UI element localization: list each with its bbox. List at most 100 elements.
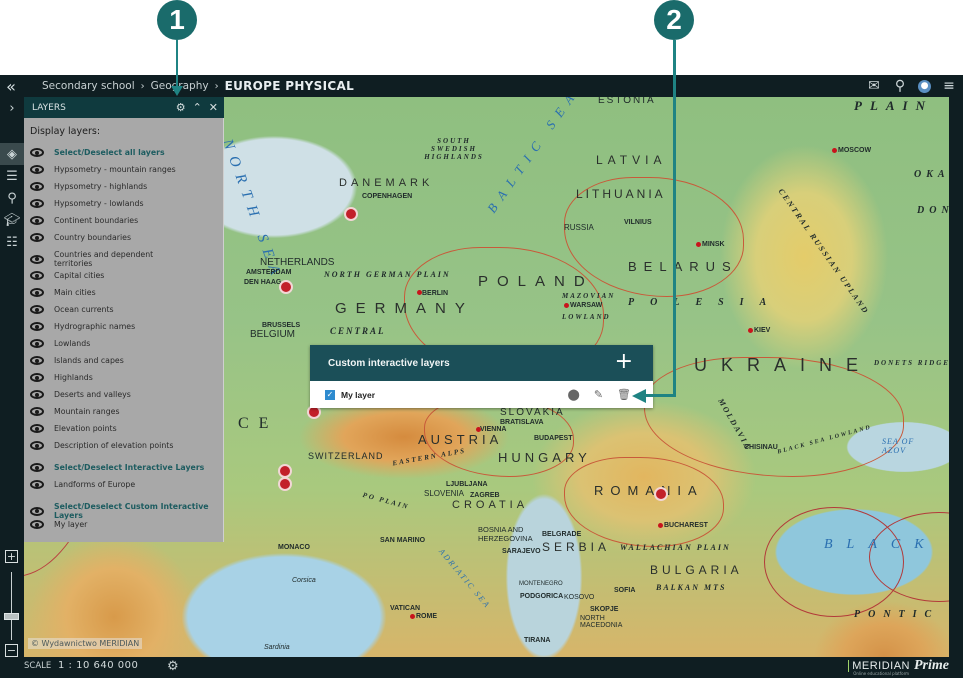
layer-item[interactable]: Elevation points [30, 424, 220, 433]
layer-item[interactable]: Country boundaries [30, 233, 220, 242]
eye-icon[interactable] [30, 199, 44, 208]
map-label: SKOPJE [590, 606, 619, 613]
layer-item[interactable]: Main cities [30, 288, 220, 297]
layer-item[interactable]: Hypsometry - lowlands [30, 199, 220, 208]
map-label: SEA OF AZOV [882, 437, 915, 455]
eye-icon[interactable] [30, 480, 44, 489]
eye-icon[interactable] [30, 407, 44, 416]
map-pin-user-icon[interactable]: ⚲ [0, 187, 24, 209]
landform-marker[interactable] [344, 207, 358, 221]
eye-icon[interactable] [30, 288, 44, 297]
chevron-right-icon[interactable]: › [0, 97, 24, 119]
eye-icon[interactable] [30, 322, 44, 331]
eye-icon[interactable] [30, 373, 44, 382]
layer-item-label: Ocean currents [54, 305, 114, 314]
eye-icon[interactable] [30, 165, 44, 174]
layer-item[interactable]: Continent boundaries [30, 216, 220, 225]
delete-trash-icon[interactable]: 🗑︎ [617, 388, 631, 401]
map-label: AUSTRIA [418, 432, 503, 447]
map-label: NORTH GERMAN PLAIN [324, 270, 451, 279]
layer-item[interactable]: Capital cities [30, 271, 220, 280]
mail-icon[interactable]: ✉ [866, 78, 882, 94]
layer-item[interactable]: My layer [30, 520, 220, 529]
scale-label: SCALE [24, 661, 52, 671]
user-avatar-icon[interactable]: ● [918, 79, 931, 93]
eye-icon[interactable] [30, 254, 44, 264]
layer-item[interactable]: Deserts and valleys [30, 390, 220, 399]
graduation-cap-icon[interactable]: 🎓︎ [0, 209, 24, 231]
eye-icon[interactable] [30, 441, 44, 450]
map-label: BELGRADE [542, 531, 582, 538]
eye-icon[interactable] [30, 182, 44, 191]
layer-item[interactable]: Islands and capes [30, 356, 220, 365]
layer-checkbox[interactable]: ✓ [325, 389, 335, 400]
double-chevron-left-icon[interactable]: « [0, 75, 22, 97]
callout-2-line-horizontal [644, 394, 676, 397]
menu-icon[interactable]: ≡ [941, 78, 957, 94]
zoom-in-button[interactable]: + [5, 550, 18, 563]
layer-item[interactable]: Mountain ranges [30, 407, 220, 416]
callout-1-arrow [171, 86, 183, 96]
breadcrumb-item[interactable]: Secondary school [42, 80, 135, 92]
topbar-actions: ✉ ⚲ ● ≡ [866, 75, 957, 97]
map-label: NORTH MACEDONIA [580, 615, 623, 629]
zoom-slider-thumb[interactable] [4, 613, 19, 621]
eye-icon[interactable] [30, 305, 44, 314]
layer-item[interactable]: Lowlands [30, 339, 220, 348]
layer-item[interactable]: Select/Deselect all layers [30, 148, 220, 157]
eye-icon[interactable] [30, 390, 44, 399]
eye-icon[interactable] [30, 424, 44, 433]
list-icon[interactable]: ☰ [0, 165, 24, 187]
layer-item-label: Hydrographic names [54, 322, 136, 331]
zoom-control: + − [0, 550, 24, 660]
eye-icon[interactable] [30, 148, 44, 157]
city-dot [564, 303, 569, 308]
landform-marker[interactable] [278, 477, 292, 491]
layer-item[interactable]: Highlands [30, 373, 220, 382]
layer-item[interactable]: Select/Deselect Custom Interactive Layer… [30, 502, 220, 520]
eye-icon[interactable] [30, 233, 44, 242]
map-label: VILNIUS [624, 219, 652, 226]
layers-icon[interactable]: ◈ [0, 143, 24, 165]
map-label: BUDAPEST [534, 435, 573, 442]
map-pin-icon[interactable]: ⬤ [568, 388, 580, 401]
layer-item[interactable]: Hypsometry - highlands [30, 182, 220, 191]
eye-icon[interactable] [30, 463, 44, 472]
copyright: © Wydawnictwo MERIDIAN [28, 638, 143, 649]
layer-item[interactable]: Description of elevation points [30, 441, 220, 450]
eye-icon[interactable] [30, 520, 44, 529]
eye-icon[interactable] [30, 216, 44, 225]
database-icon[interactable]: ☷ [0, 231, 24, 253]
settings-gear-icon[interactable]: ⚙ [176, 101, 186, 114]
landform-marker[interactable] [654, 487, 668, 501]
eye-icon[interactable] [30, 339, 44, 348]
zoom-out-button[interactable]: − [5, 644, 18, 657]
layer-item[interactable]: Select/Deselect Interactive Layers [30, 463, 220, 472]
map-label: BOSNIA AND HERZEGOVINA [478, 525, 533, 543]
search-icon[interactable]: ⚲ [892, 78, 908, 94]
chevron-up-icon[interactable]: ⌃ [193, 101, 202, 114]
map-label: VATICAN [390, 605, 421, 612]
edit-pencil-icon[interactable]: ✎ [594, 388, 603, 401]
eye-icon[interactable] [30, 356, 44, 365]
map-label: POLESIA [628, 297, 783, 308]
map-label: VIENNA [480, 426, 507, 433]
map-label: BELGIUM [250, 329, 296, 340]
eye-icon[interactable] [30, 271, 44, 280]
gear-icon[interactable]: ⚙ [167, 659, 179, 674]
layer-item[interactable]: Ocean currents [30, 305, 220, 314]
layer-item[interactable]: Hydrographic names [30, 322, 220, 331]
layer-item[interactable]: Countries and dependent territories [30, 250, 220, 268]
zoom-slider-track[interactable] [11, 572, 12, 640]
layers-panel-title: LAYERS [32, 102, 66, 113]
landform-marker[interactable] [279, 280, 293, 294]
custom-layers-dialog: Custom interactive layers + ✓ My layer ⬤… [310, 345, 653, 408]
layer-item[interactable]: Hypsometry - mountain ranges [30, 165, 220, 174]
city-dot [410, 614, 415, 619]
landform-marker[interactable] [278, 464, 292, 478]
callout-1-line [176, 40, 178, 88]
add-layer-button[interactable]: + [615, 349, 633, 375]
eye-icon[interactable] [30, 506, 44, 516]
close-icon[interactable]: ✕ [209, 101, 218, 114]
layer-item[interactable]: Landforms of Europe [30, 480, 220, 489]
